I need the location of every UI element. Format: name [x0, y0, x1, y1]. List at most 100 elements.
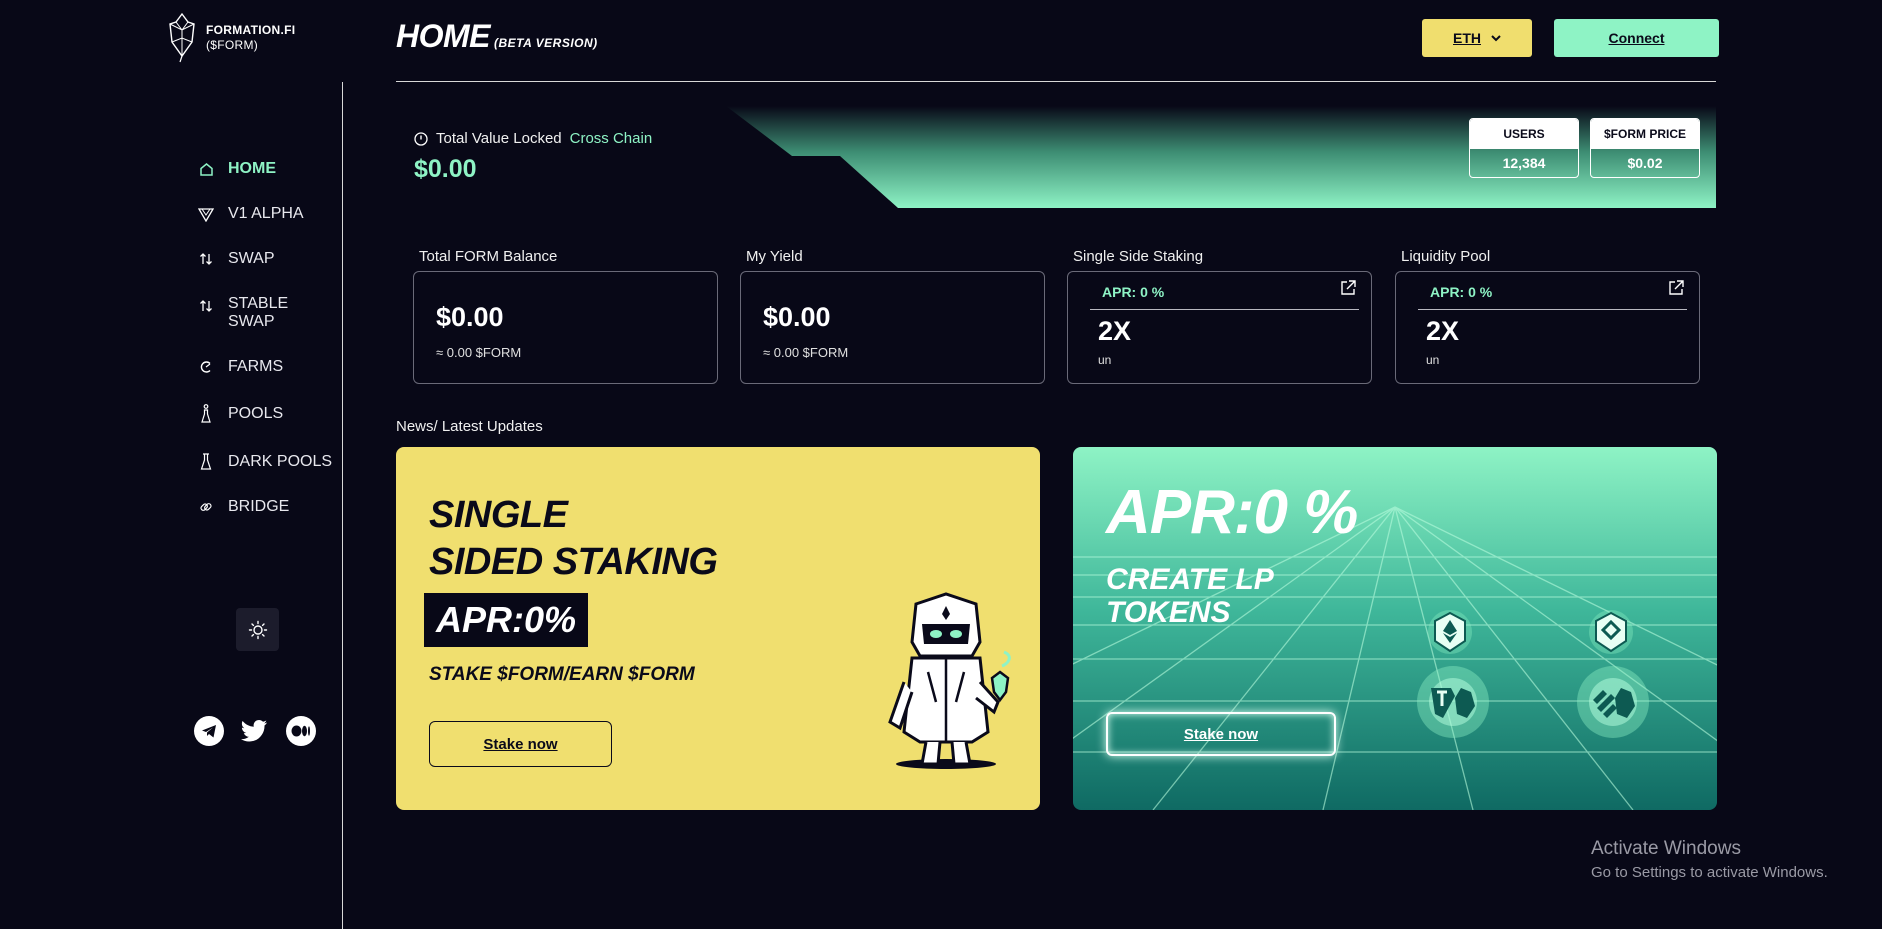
robot-mascot-icon — [888, 592, 1011, 769]
card-title-single-side-staking: Single Side Staking — [1073, 248, 1204, 265]
alpha-icon — [198, 205, 214, 223]
my-yield-card: $0.00 ≈ 0.00 $FORM — [740, 271, 1045, 384]
promo-apr-badge: APR:0% — [424, 593, 589, 647]
card-title-form-balance: Total FORM Balance — [419, 248, 558, 265]
card-divider — [1090, 309, 1359, 310]
page-title: HOME (BETA VERSION) — [396, 18, 598, 55]
medium-link[interactable] — [286, 716, 316, 746]
sidebar-item-label: V1 ALPHA — [228, 205, 304, 222]
bridge-link-icon — [198, 498, 214, 516]
promo-apr: APR:0 % — [1106, 478, 1358, 547]
promo-subheading: STAKE $FORM/EARN $FORM — [429, 664, 695, 685]
eth-token-icon — [1428, 610, 1472, 654]
card-unit: un — [1426, 353, 1440, 367]
swap-arrows-icon — [198, 297, 214, 315]
sidebar-item-label: FARMS — [228, 358, 284, 375]
news-section-title: News/ Latest Updates — [396, 418, 543, 435]
sidebar-item-label: BRIDGE — [228, 498, 290, 515]
tvl-section: Total Value Locked Cross Chain $0.00 — [414, 130, 652, 184]
card-divider — [1418, 309, 1687, 310]
card-multiplier: 2X — [1426, 316, 1460, 346]
medium-icon — [291, 725, 310, 737]
watermark-line2: Go to Settings to activate Windows. — [1591, 864, 1828, 881]
twitter-link[interactable] — [240, 716, 270, 746]
sidebar-item-label: POOLS — [228, 405, 284, 422]
page-subtitle: (BETA VERSION) — [494, 36, 598, 50]
sidebar-item-stable-swap[interactable]: STABLE SWAP — [198, 295, 288, 331]
card-subvalue: ≈ 0.00 $FORM — [763, 345, 849, 360]
liquidity-pool-card[interactable]: APR: 0 % 2X un — [1395, 271, 1700, 384]
promo-heading-line1: SINGLE — [429, 494, 568, 536]
card-unit: un — [1098, 353, 1112, 367]
telegram-link[interactable] — [194, 716, 224, 746]
sidebar-item-label: STABLE SWAP — [228, 295, 289, 330]
tvl-label-accent: Cross Chain — [569, 130, 653, 147]
tvl-value: $0.00 — [414, 155, 477, 183]
stat-label: USERS — [1470, 119, 1578, 149]
brand-ticker: ($FORM) — [206, 38, 259, 52]
sidebar-item-farms[interactable]: FARMS — [198, 358, 283, 376]
telegram-icon — [202, 725, 216, 738]
card-apr: APR: 0 % — [1430, 284, 1493, 300]
connect-wallet-button[interactable]: Connect — [1554, 19, 1719, 57]
card-value: $0.00 — [436, 302, 504, 332]
page-title-text: HOME — [396, 18, 491, 54]
flask-icon — [198, 453, 214, 471]
external-link-icon[interactable] — [1339, 279, 1357, 297]
theme-toggle-button[interactable] — [236, 608, 279, 651]
binance-usd-token-icon — [1577, 666, 1649, 738]
card-multiplier: 2X — [1098, 316, 1132, 346]
single-side-staking-card[interactable]: APR: 0 % 2X un — [1067, 271, 1372, 384]
formation-logo-icon — [169, 12, 195, 63]
tvl-label-text: Total Value Locked — [436, 130, 562, 147]
promo-heading-line2: TOKENS — [1106, 596, 1231, 629]
promo-heading-line2: SIDED STAKING — [429, 541, 718, 583]
network-select-button[interactable]: ETH — [1422, 19, 1532, 57]
sun-icon — [248, 620, 267, 639]
network-label: ETH — [1453, 30, 1481, 46]
connect-label: Connect — [1608, 30, 1665, 46]
stat-value: $0.02 — [1627, 155, 1663, 171]
tether-token-icon — [1417, 666, 1489, 738]
sidebar-item-bridge[interactable]: BRIDGE — [198, 498, 289, 516]
bnb-token-icon — [1589, 610, 1633, 654]
sidebar-item-home[interactable]: HOME — [198, 160, 276, 178]
form-balance-card: $0.00 ≈ 0.00 $FORM — [413, 271, 718, 384]
sidebar-item-label: HOME — [228, 160, 276, 177]
promo-heading: SINGLE SIDED STAKING — [429, 492, 718, 586]
card-value: $0.00 — [763, 302, 831, 332]
sidebar-item-label: DARK POOLS — [228, 453, 333, 470]
card-title-liquidity-pool: Liquidity Pool — [1401, 248, 1491, 265]
farm-icon — [198, 358, 214, 376]
external-link-icon[interactable] — [1667, 279, 1685, 297]
form-price-stat: $FORM PRICE $0.02 — [1590, 118, 1700, 178]
windows-activation-watermark: Activate Windows Go to Settings to activ… — [1591, 838, 1828, 881]
home-icon — [198, 160, 214, 178]
stake-now-button[interactable]: Stake now — [429, 721, 612, 767]
social-links — [194, 716, 316, 746]
card-title-my-yield: My Yield — [746, 248, 803, 265]
card-subvalue: ≈ 0.00 $FORM — [436, 345, 522, 360]
users-stat: USERS 12,384 — [1469, 118, 1579, 178]
brand-name: FORMATION.FI — [206, 23, 296, 37]
sidebar-item-pools[interactable]: POOLS — [198, 404, 284, 423]
pool-flask-icon — [198, 404, 214, 423]
chevron-down-icon — [1491, 34, 1501, 41]
stake-now-button[interactable]: Stake now — [1106, 712, 1336, 756]
brand-text: FORMATION.FI ($FORM) — [206, 23, 295, 53]
promo-heading: CREATE LP TOKENS — [1106, 563, 1274, 629]
sidebar-divider — [342, 82, 343, 929]
tvl-label: Total Value Locked Cross Chain — [414, 130, 652, 147]
header-divider — [396, 81, 1716, 82]
brand-logo[interactable]: FORMATION.FI ($FORM) — [166, 12, 295, 64]
sidebar-item-v1-alpha[interactable]: V1 ALPHA — [198, 205, 304, 223]
card-apr: APR: 0 % — [1102, 284, 1165, 300]
watermark-line1: Activate Windows — [1591, 838, 1741, 859]
twitter-icon — [241, 720, 267, 742]
sidebar-item-swap[interactable]: SWAP — [198, 250, 275, 268]
lp-promo: APR:0 % CREATE LP TOKENS Stake now — [1073, 447, 1717, 810]
promo-heading-line1: CREATE LP — [1106, 563, 1274, 596]
info-clock-icon — [414, 131, 428, 146]
sidebar-item-dark-pools[interactable]: DARK POOLS — [198, 453, 332, 471]
stat-value: 12,384 — [1502, 155, 1546, 171]
